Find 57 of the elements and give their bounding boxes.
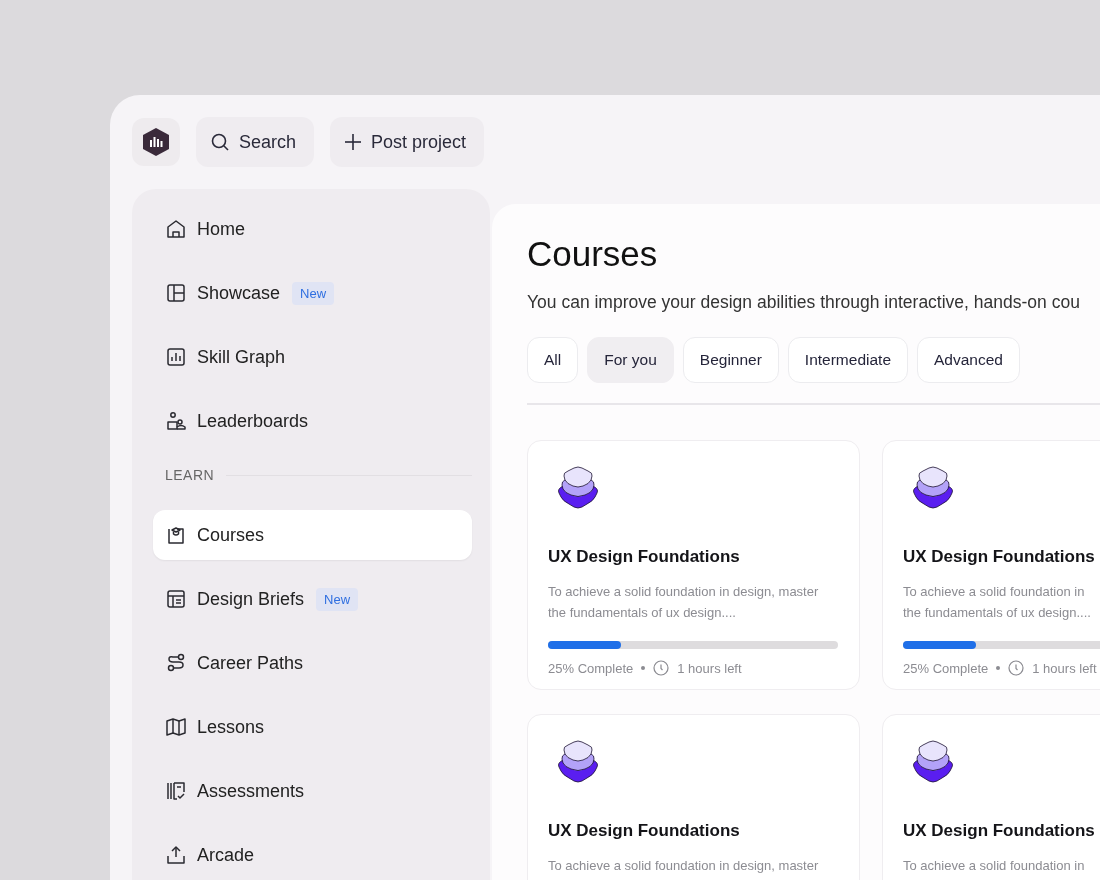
course-title: UX Design Foundations bbox=[548, 821, 741, 841]
nav-item[interactable]: Showcase New bbox=[153, 268, 472, 318]
course-description: To achieve a solid foundation in bbox=[903, 583, 1086, 601]
nav-item[interactable]: Career Paths bbox=[153, 638, 472, 688]
course-description: To achieve a solid foundation in design, master bbox=[548, 583, 820, 601]
nav-icon bbox=[165, 282, 187, 304]
course-title: UX Design Foundations bbox=[903, 821, 1096, 841]
post-project-button[interactable]: Post project bbox=[330, 117, 485, 167]
nav-item[interactable]: Arcade bbox=[153, 830, 472, 880]
nav-item[interactable]: Leaderboards bbox=[153, 396, 472, 446]
logo-icon[interactable] bbox=[132, 118, 180, 166]
time-left-text: 1 hours left bbox=[1032, 660, 1097, 676]
course-title: UX Design Foundations bbox=[903, 547, 1096, 567]
nav-item[interactable]: Courses bbox=[153, 510, 472, 560]
nav-icon bbox=[165, 844, 187, 866]
filter-chip[interactable]: Beginner bbox=[682, 337, 779, 383]
nav-icon bbox=[165, 524, 187, 546]
nav-item[interactable]: Skill Graph bbox=[153, 332, 472, 382]
course-description: the fundamentals of ux design.... bbox=[548, 604, 737, 622]
nav-icon bbox=[165, 218, 187, 240]
course-card[interactable]: UX Design Foundations To achieve a solid foundation in design, master bbox=[527, 714, 860, 880]
nav-icon bbox=[165, 346, 187, 368]
filter-chip[interactable]: All bbox=[527, 337, 579, 383]
nav-item[interactable]: Home bbox=[153, 204, 472, 254]
nav-icon bbox=[165, 652, 187, 674]
course-card[interactable]: UX Design Foundations To achieve a solid foundation in bbox=[882, 714, 1100, 880]
nav-icon bbox=[165, 588, 187, 610]
separator-dot bbox=[641, 666, 646, 670]
search-button[interactable]: Search bbox=[196, 117, 315, 167]
progress-text: 25% Complete bbox=[548, 660, 634, 676]
filter-chip[interactable]: For you bbox=[587, 337, 674, 383]
nav-icon bbox=[165, 780, 187, 802]
nav-item[interactable]: Assessments bbox=[153, 766, 472, 816]
course-card[interactable]: UX Design Foundations To achieve a solid foundation in design, master the fundamentals of ux design.... 25% Complete 1 hours left bbox=[527, 440, 860, 690]
progress-text: 25% Complete bbox=[903, 660, 989, 676]
page-title: Courses bbox=[527, 234, 659, 274]
clock-icon bbox=[1008, 660, 1025, 676]
new-badge: New bbox=[316, 587, 359, 611]
course-card[interactable]: UX Design Foundations To achieve a solid foundation in the fundamentals of ux design.... 25% Complete 1 hours left bbox=[882, 440, 1100, 690]
nav-icon bbox=[165, 716, 187, 738]
time-left-text: 1 hours left bbox=[677, 660, 742, 676]
plus-icon bbox=[344, 133, 363, 151]
nav-icon bbox=[165, 410, 187, 432]
filter-chip[interactable]: Intermediate bbox=[787, 337, 908, 383]
nav-item[interactable]: Design Briefs New bbox=[153, 574, 472, 624]
course-description: To achieve a solid foundation in bbox=[903, 857, 1086, 875]
section-label: LEARN bbox=[165, 467, 215, 483]
search-icon bbox=[210, 132, 230, 152]
clock-icon bbox=[653, 660, 670, 676]
separator-dot bbox=[996, 666, 1001, 670]
new-badge: New bbox=[292, 281, 335, 305]
filter-chip[interactable]: Advanced bbox=[917, 337, 1020, 383]
page-subtitle: You can improve your design abilities through interactive, hands-on cou bbox=[527, 292, 1081, 313]
course-description: the fundamentals of ux design.... bbox=[903, 604, 1092, 622]
nav-item[interactable]: Lessons bbox=[153, 702, 472, 752]
course-description: To achieve a solid foundation in design, master bbox=[548, 857, 820, 875]
course-title: UX Design Foundations bbox=[548, 547, 741, 567]
